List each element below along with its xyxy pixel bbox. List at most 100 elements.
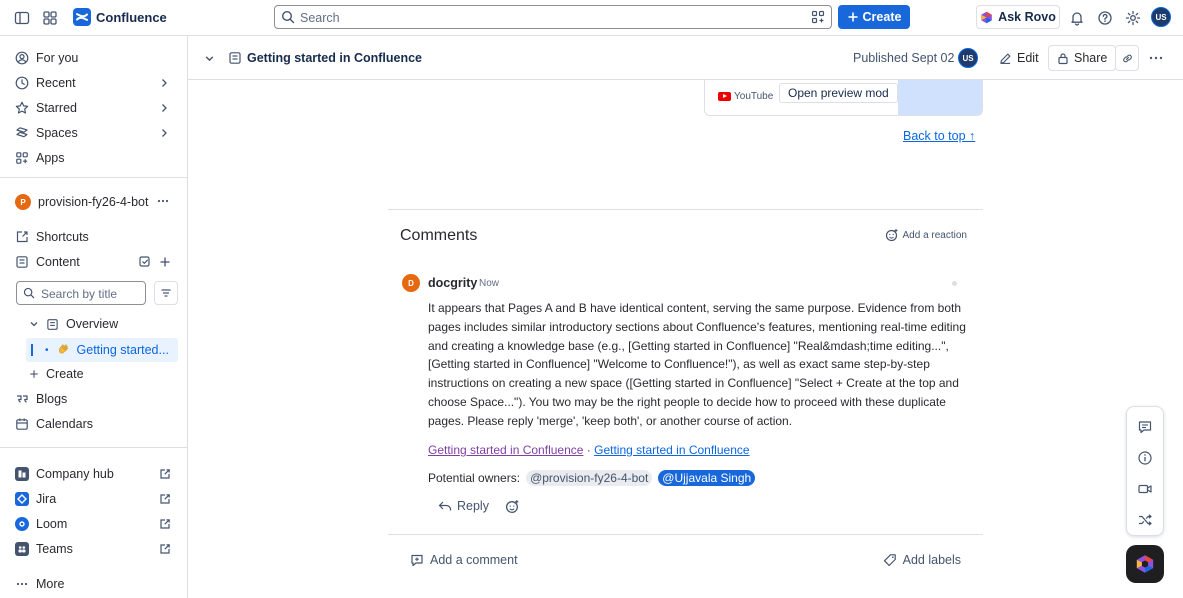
sidebar-item-loom[interactable]: Loom xyxy=(8,513,180,535)
lock-icon xyxy=(1057,52,1069,65)
add-reaction-button[interactable]: Add a reaction xyxy=(885,228,968,242)
ask-rovo-button[interactable]: Ask Rovo xyxy=(976,5,1060,29)
share-button[interactable]: Share xyxy=(1048,45,1117,71)
space-header[interactable]: P provision-fy26-4-bot xyxy=(8,191,180,213)
sidebar-item-starred[interactable]: Starred xyxy=(8,97,180,119)
comments-section: Comments Add a reaction D docgrity Now I… xyxy=(388,209,983,598)
brand-name[interactable]: Confluence xyxy=(96,10,167,25)
comment-author[interactable]: docgrity xyxy=(428,276,477,290)
page-link[interactable]: Getting started in Confluence xyxy=(428,443,583,457)
external-link-icon[interactable] xyxy=(159,493,171,505)
comment-links: Getting started in Confluence · Getting … xyxy=(428,443,750,457)
external-link-icon[interactable] xyxy=(159,518,171,530)
add-labels-button[interactable]: Add labels xyxy=(883,553,961,567)
owners-label: Potential owners: xyxy=(428,471,521,485)
sidebar-item-teams[interactable]: Teams xyxy=(8,538,180,560)
add-comment-button[interactable]: Add a comment xyxy=(410,553,518,567)
back-to-top-link[interactable]: Back to top ↑ xyxy=(903,129,975,143)
rovo-chat-button[interactable] xyxy=(1126,545,1164,583)
tree-create-button[interactable]: Create xyxy=(22,363,178,385)
tag-icon xyxy=(883,553,897,567)
notifications-bell-icon[interactable] xyxy=(1067,8,1087,28)
add-labels-label: Add labels xyxy=(902,553,961,567)
new-page-icon[interactable] xyxy=(138,255,152,269)
mention-user[interactable]: @Ujjavala Singh xyxy=(658,470,756,486)
chevron-down-icon[interactable] xyxy=(204,53,215,64)
add-reaction-label: Add a reaction xyxy=(902,229,968,241)
sidebar-item-label: Jira xyxy=(36,492,57,506)
copy-link-button[interactable] xyxy=(1115,45,1139,71)
youtube-label: YouTube xyxy=(734,91,774,102)
info-icon[interactable] xyxy=(1137,450,1153,466)
sidebar-item-label: Starred xyxy=(36,101,77,115)
sidebar-item-more[interactable]: More xyxy=(8,573,180,595)
video-record-icon[interactable] xyxy=(1137,481,1153,497)
create-label: Create xyxy=(862,10,902,24)
help-icon[interactable] xyxy=(1095,8,1115,28)
sidebar-item-label: Content xyxy=(36,255,80,269)
sidebar-item-label: Company hub xyxy=(36,467,114,481)
chevron-down-icon[interactable] xyxy=(29,319,39,329)
page-icon xyxy=(228,51,242,65)
comments-panel-icon[interactable] xyxy=(1137,419,1153,435)
sidebar-item-content[interactable]: Content xyxy=(8,251,180,273)
sidebar-item-calendars[interactable]: Calendars xyxy=(8,413,180,435)
sidebar-search-input[interactable]: Search by title xyxy=(16,281,146,305)
sidebar-item-for-you[interactable]: For you xyxy=(8,47,180,69)
sidebar-item-company-hub[interactable]: Company hub xyxy=(8,463,180,485)
add-icon[interactable] xyxy=(159,256,171,268)
page-title[interactable]: Getting started in Confluence xyxy=(247,51,422,65)
rovo-icon xyxy=(1135,554,1155,574)
filter-button[interactable] xyxy=(154,281,178,305)
comment-add-icon xyxy=(410,553,424,567)
edit-button[interactable]: Edit xyxy=(990,45,1048,71)
search-input[interactable]: Search xyxy=(274,5,832,29)
app-switcher-icon[interactable] xyxy=(40,8,60,28)
sidebar-item-jira[interactable]: Jira xyxy=(8,488,180,510)
more-options-icon[interactable] xyxy=(156,195,170,207)
sidebar-item-blogs[interactable]: Blogs xyxy=(8,388,180,410)
open-preview-button[interactable]: Open preview mod xyxy=(779,83,898,103)
mention-bot[interactable]: @provision-fy26-4-bot xyxy=(526,470,653,486)
page-link[interactable]: Getting started in Confluence xyxy=(594,443,749,457)
more-actions-icon[interactable] xyxy=(1148,52,1164,64)
search-placeholder: Search xyxy=(300,11,340,25)
chevron-right-icon[interactable] xyxy=(158,127,170,139)
tree-item-overview[interactable]: Overview xyxy=(22,313,178,335)
chevron-right-icon[interactable] xyxy=(158,102,170,114)
wave-emoji-icon xyxy=(56,343,70,357)
sidebar-item-recent[interactable]: Recent xyxy=(8,72,180,94)
comment-author-avatar[interactable]: D xyxy=(402,274,420,292)
confluence-logo-icon[interactable] xyxy=(73,8,91,26)
external-link-icon[interactable] xyxy=(159,468,171,480)
sidebar-item-label: Recent xyxy=(36,76,76,90)
company-hub-icon xyxy=(15,467,29,481)
shuffle-icon[interactable] xyxy=(1137,512,1153,528)
plus-icon xyxy=(29,369,39,379)
settings-gear-icon[interactable] xyxy=(1123,8,1143,28)
sidebar-item-spaces[interactable]: Spaces xyxy=(8,122,180,144)
sidebar-item-shortcuts[interactable]: Shortcuts xyxy=(8,226,180,248)
reply-button[interactable]: Reply xyxy=(438,499,489,513)
sidebar-item-label: Spaces xyxy=(36,126,78,140)
search-filters-icon[interactable] xyxy=(811,10,825,24)
sidebar-item-label: Apps xyxy=(36,151,65,165)
tree-item-getting-started-row[interactable]: • Getting started... xyxy=(38,339,176,361)
tree-item-label: Getting started... xyxy=(76,343,169,357)
page-icon xyxy=(46,318,59,331)
author-avatar[interactable]: US xyxy=(958,48,978,68)
quote-icon xyxy=(15,392,29,406)
youtube-embed-card[interactable]: YouTube Open preview mod xyxy=(704,80,983,116)
sidebar-item-apps[interactable]: Apps xyxy=(8,147,180,169)
external-link-icon[interactable] xyxy=(159,543,171,555)
user-avatar[interactable]: US xyxy=(1151,7,1171,27)
share-label: Share xyxy=(1074,51,1108,65)
sidebar-toggle-icon[interactable] xyxy=(12,8,32,28)
pencil-icon xyxy=(999,52,1012,65)
chevron-right-icon[interactable] xyxy=(158,77,170,89)
comment-reaction-icon[interactable] xyxy=(505,499,520,514)
sidebar-item-label: More xyxy=(36,577,65,591)
embed-thumbnail[interactable] xyxy=(898,80,982,115)
user-circle-icon xyxy=(15,51,29,65)
create-button[interactable]: Create xyxy=(838,5,910,29)
